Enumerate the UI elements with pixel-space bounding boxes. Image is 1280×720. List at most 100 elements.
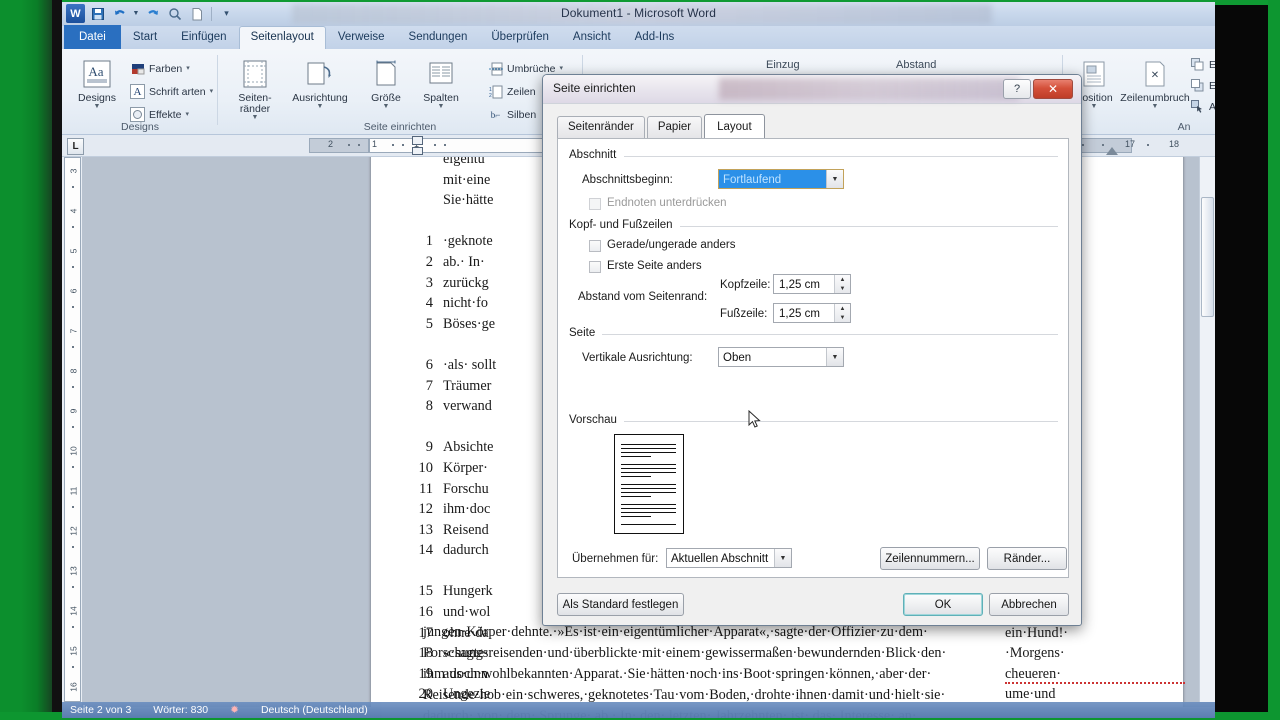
chevron-down-icon[interactable]: ▼ [826,170,843,188]
theme-fonts-button[interactable]: A Schrift arten ▾ [130,82,213,101]
orientation-icon [303,57,337,91]
dialog-title-bar[interactable]: Seite einrichten ? ✕ [543,75,1081,104]
colors-caret-icon[interactable]: ▾ [186,65,190,72]
header-spin-buttons[interactable]: ▲ ▼ [834,275,850,293]
vruler-tick-14: 14 [68,606,79,616]
scrollbar-thumb[interactable] [1201,197,1214,317]
designs-button[interactable]: Aa Designs ▼ [68,53,126,110]
send-backward-button[interactable]: Eb [1190,76,1215,95]
ribbon-group-designs: Aa Designs ▼ Farben ▾ A Schrift arten ▾ [64,49,216,135]
chevron-down-icon[interactable]: ▼ [826,348,843,366]
tab-layout[interactable]: Layout [704,114,765,140]
tab-stop-selector[interactable]: L [67,138,84,155]
ribbon-tab-ansicht[interactable]: Ansicht [561,26,623,49]
section-abschnitt-title: Abschnitt [569,149,623,161]
designs-icon: Aa [80,57,114,91]
columns-button[interactable]: Spalten ▼ [412,53,470,110]
orientation-button[interactable]: Ausrichtung ▼ [285,53,355,110]
svg-text:2: 2 [489,93,492,99]
section-seite-title: Seite [569,327,602,339]
designs-caret-icon[interactable]: ▼ [94,103,101,110]
position-icon [1077,57,1111,91]
ribbon-group-designs-label: Designs [121,121,159,133]
right-indent-marker[interactable] [1106,147,1118,155]
vertical-scrollbar[interactable] [1199,157,1215,702]
vertical-alignment-value: Oben [723,352,752,364]
vruler-tick-4: 4 [68,208,79,214]
page-margins-button[interactable]: Seiten-ränder ▼ [226,53,284,121]
columns-caret-icon[interactable]: ▼ [438,103,445,110]
size-button[interactable]: Größe ▼ [360,53,412,110]
ribbon-tab-seitenlayout[interactable]: Seitenlayout [238,26,326,49]
set-as-default-button[interactable]: Als Standard festlegen [557,593,684,616]
vruler-tick-3: 3 [68,168,79,174]
vertical-alignment-combo[interactable]: Oben ▼ [718,347,844,367]
footer-spin-buttons[interactable]: ▲ ▼ [834,304,850,322]
text-wrapping-caret-icon[interactable]: ▼ [1152,103,1159,110]
section-start-combo[interactable]: Fortlaufend ▼ [718,169,844,189]
ribbon-tab-verweise[interactable]: Verweise [326,26,397,49]
suppress-endnotes-label: Endnoten unterdrücken [607,197,727,209]
ribbon-group-seite-einrichten-label: Seite einrichten [363,121,437,133]
chevron-down-icon[interactable]: ▼ [774,549,791,567]
odd-even-different-checkbox[interactable] [589,240,601,252]
close-button[interactable]: ✕ [1033,79,1073,99]
ok-button[interactable]: OK [903,593,983,616]
effects-caret-icon[interactable]: ▾ [186,111,190,118]
doc-blank [371,211,433,232]
ribbon-tab-start[interactable]: Start [121,26,169,49]
breaks-icon [488,61,503,76]
line-number: 6 [425,356,433,373]
status-bar: Seite 2 von 3 Wörter: 830 ✹ Deutsch (Deu… [62,702,1215,718]
ribbon-tab-datei[interactable]: Datei [64,25,121,49]
spellcheck-icon[interactable]: ✹ [230,704,239,716]
orientation-caret-icon[interactable]: ▼ [317,103,324,110]
status-page-indicator[interactable]: Seite 2 von 3 [70,704,131,716]
text-wrapping-button[interactable]: ✕ Zeilenumbruch ▼ [1120,53,1190,110]
section-header-footer-rule [680,226,1058,227]
line-number: 10 [418,459,434,476]
line-number: 7 [425,377,433,394]
svg-text:✕: ✕ [1151,70,1159,81]
cancel-button[interactable]: Abbrechen [989,593,1069,616]
bring-forward-button[interactable]: Eb [1190,55,1215,74]
document-title: Dokument1 - Microsoft Word [560,6,717,20]
first-page-different-checkbox[interactable] [589,261,601,273]
ribbon-tabs[interactable]: Datei Start Einfügen Seitenlayout Verwei… [64,25,687,49]
status-language[interactable]: Deutsch (Deutschland) [261,704,368,716]
ribbon-tab-sendungen[interactable]: Sendungen [397,26,480,49]
first-line-indent-marker[interactable] [412,136,423,145]
tab-papier[interactable]: Papier [646,116,703,139]
footer-distance-label: Fußzeile: [720,308,768,320]
ribbon-tab-addins[interactable]: Add-Ins [623,26,687,49]
line-numbers-dialog-button[interactable]: Zeilennummern... [880,547,980,570]
margins-icon [238,57,272,91]
borders-dialog-button[interactable]: Ränder... [987,547,1067,570]
tab-seitenraender[interactable]: Seitenränder [557,116,645,139]
doc-blank [371,334,433,355]
help-button[interactable]: ? [1003,79,1031,99]
apply-to-label: Übernehmen für: [572,553,659,565]
footer-distance-stepper[interactable]: 1,25 cm ▲ ▼ [773,303,851,323]
line-numbers-button[interactable]: 12 Zeilen [488,82,536,101]
line-number: 5 [425,315,433,332]
hanging-indent-marker[interactable] [412,147,423,155]
vruler-tick-16: 16 [68,682,79,692]
theme-colors-button[interactable]: Farben ▾ [130,59,190,78]
ribbon-tab-ueberpruefen[interactable]: Überprüfen [479,26,561,49]
status-word-count[interactable]: Wörter: 830 [153,704,208,716]
dialog-tabs[interactable]: Seitenränder Papier Layout [557,114,767,140]
ruler-tick-1a-left: 1 [372,139,378,149]
selection-pane-button[interactable]: Au [1190,97,1215,116]
vertical-ruler[interactable]: 3 4 5 6 7 8 9 10 11 12 13 14 15 16 [64,157,81,702]
breaks-caret-icon[interactable]: ▾ [559,65,563,72]
ribbon-tab-einfuegen[interactable]: Einfügen [169,26,238,49]
header-distance-stepper[interactable]: 1,25 cm ▲ ▼ [773,274,851,294]
size-caret-icon[interactable]: ▼ [383,103,390,110]
line-number: 13 [418,521,434,538]
apply-to-combo[interactable]: Aktuellen Abschnitt ▼ [666,548,792,568]
position-caret-icon[interactable]: ▼ [1091,103,1098,110]
fonts-caret-icon[interactable]: ▾ [210,88,214,95]
page-setup-dialog[interactable]: Seite einrichten ? ✕ Seitenränder Papier… [542,74,1082,626]
header-distance-label: Kopfzeile: [720,279,771,291]
